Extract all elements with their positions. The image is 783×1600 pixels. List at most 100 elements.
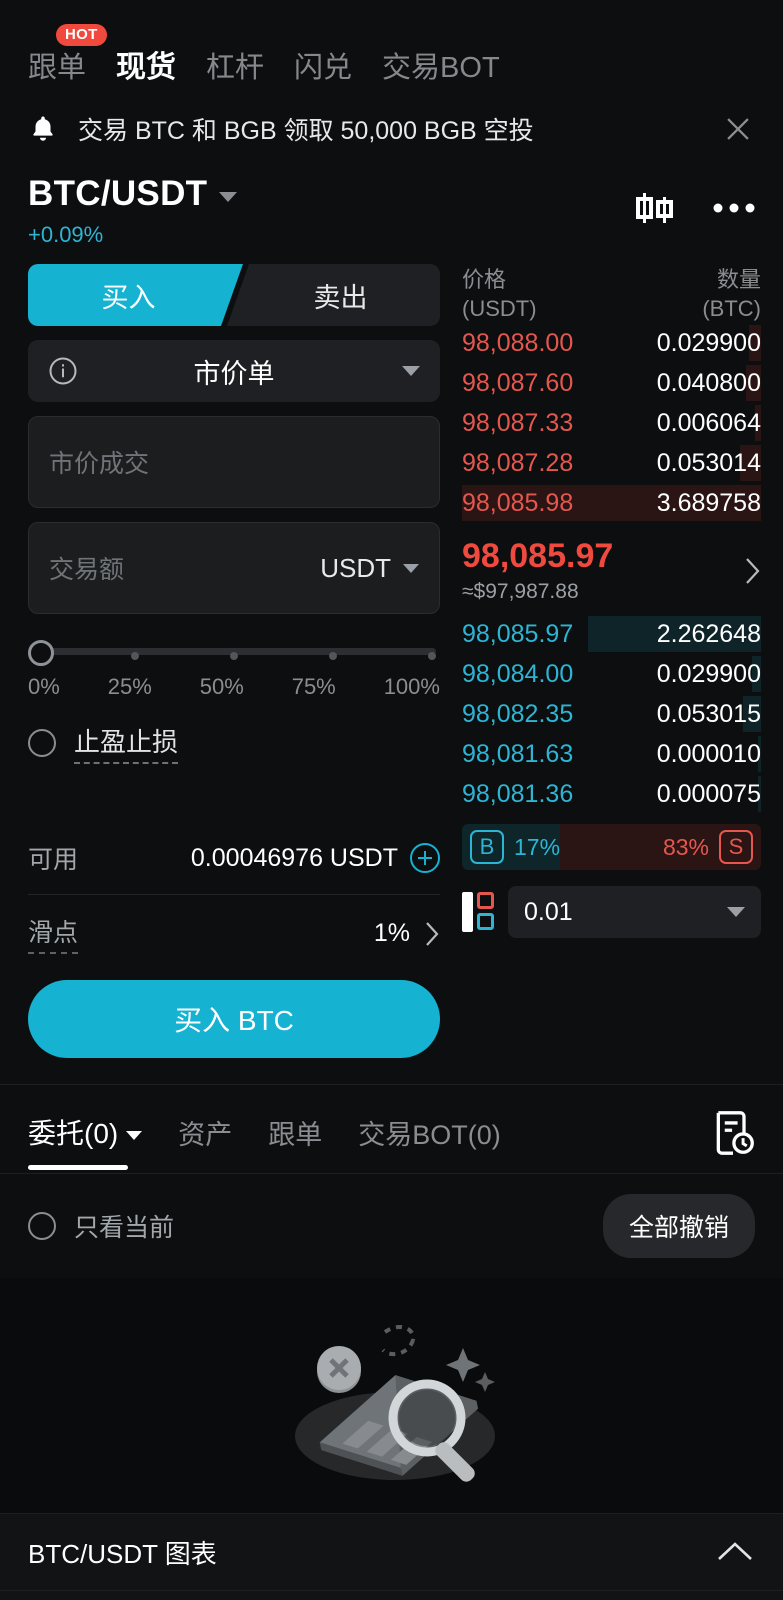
bid-row[interactable]: 98,084.00 0.029900 bbox=[462, 654, 761, 694]
mid-price: 98,085.97 bbox=[462, 537, 614, 576]
slider-tick bbox=[229, 652, 238, 660]
sell-ratio: 83% S bbox=[560, 824, 761, 871]
ask-price: 98,087.28 bbox=[462, 448, 574, 477]
tpsl-label: 止盈止损 bbox=[74, 722, 179, 764]
tpsl-toggle[interactable]: 止盈止损 bbox=[28, 722, 440, 764]
available-label: 可用 bbox=[28, 846, 79, 874]
symbol-header: BTC/USDT +0.09% bbox=[0, 168, 783, 256]
slider-track bbox=[42, 648, 436, 655]
available-balance-row: 可用 0.00046976 USDT bbox=[28, 840, 440, 895]
tick-size-select[interactable]: 0.01 bbox=[508, 886, 761, 939]
ask-amount: 3.689758 bbox=[656, 488, 761, 517]
top-tab-margin[interactable]: 杠杆 bbox=[206, 44, 264, 90]
sell-tab-label: 卖出 bbox=[313, 282, 368, 313]
main-content: 买入 卖出 市价单 市价成交 交易额 USDT 0% 25% 50% 75% 1… bbox=[0, 256, 783, 1058]
top-tab-spot[interactable]: 现货 bbox=[116, 42, 176, 90]
current-only-checkbox[interactable] bbox=[28, 1212, 56, 1240]
tab-copytrade[interactable]: 跟单 bbox=[268, 1113, 322, 1170]
bid-price: 98,081.36 bbox=[462, 779, 574, 808]
slider-label: 75% bbox=[291, 674, 336, 699]
ask-price: 98,087.33 bbox=[462, 408, 574, 437]
ask-amount: 0.053014 bbox=[656, 448, 761, 477]
submit-order-button[interactable]: 买入 BTC bbox=[28, 980, 440, 1058]
buy-tab[interactable]: 买入 bbox=[28, 264, 243, 326]
order-type-select[interactable]: 市价单 bbox=[28, 340, 440, 402]
ask-amount: 0.029900 bbox=[656, 328, 761, 357]
slider-tick bbox=[427, 652, 436, 660]
top-tab-copytrade[interactable]: HOT 跟单 bbox=[28, 24, 107, 90]
col-price-label: 价格 bbox=[462, 267, 507, 292]
cancel-all-label: 全部撤销 bbox=[628, 1214, 729, 1242]
chevron-up-icon[interactable] bbox=[715, 1539, 755, 1565]
order-book-header: 价格 (USDT) 数量 (BTC) bbox=[462, 266, 761, 323]
top-tab-convert[interactable]: 闪兑 bbox=[294, 44, 352, 90]
amount-slider[interactable] bbox=[28, 640, 440, 666]
bid-row[interactable]: 98,082.35 0.053015 bbox=[462, 694, 761, 734]
bid-price: 98,084.00 bbox=[462, 659, 574, 688]
add-funds-icon[interactable] bbox=[410, 843, 440, 873]
order-type-value: 市价单 bbox=[193, 358, 275, 389]
slippage-row[interactable]: 滑点 1% bbox=[28, 895, 440, 954]
available-value-wrap: 0.00046976 USDT bbox=[191, 843, 440, 873]
mid-price-row[interactable]: 98,085.97 ≈$97,987.88 bbox=[462, 523, 761, 614]
close-icon[interactable] bbox=[721, 112, 755, 146]
order-book-layout-icon[interactable] bbox=[462, 892, 494, 933]
sell-pct: 83% bbox=[662, 833, 709, 860]
sell-tab[interactable]: 卖出 bbox=[227, 264, 440, 326]
promo-banner[interactable]: 交易 BTC 和 BGB 领取 50,000 BGB 空投 bbox=[0, 90, 783, 168]
order-book: 价格 (USDT) 数量 (BTC) 98,088.00 0.029900 98… bbox=[462, 256, 783, 1058]
tick-size-row: 0.01 bbox=[462, 886, 761, 939]
symbol-selector[interactable]: BTC/USDT bbox=[28, 174, 633, 214]
sell-tag: S bbox=[719, 830, 753, 865]
order-history-icon[interactable] bbox=[711, 1109, 755, 1157]
bid-row[interactable]: 98,081.63 0.000010 bbox=[462, 734, 761, 774]
tab-bot[interactable]: 交易BOT(0) bbox=[358, 1113, 501, 1170]
page-title: BTC/USDT bbox=[28, 174, 208, 213]
amount-input[interactable]: 交易额 USDT bbox=[28, 522, 440, 614]
tab-bot-label: 交易BOT(0) bbox=[358, 1119, 501, 1150]
slider-label: 0% bbox=[28, 674, 60, 699]
buy-ratio: B 17% bbox=[462, 824, 561, 871]
ask-row[interactable]: 98,087.60 0.040800 bbox=[462, 363, 761, 403]
chevron-down-icon bbox=[727, 907, 745, 918]
top-tab-label: 交易BOT bbox=[382, 52, 500, 84]
bid-row[interactable]: 98,081.36 0.000075 bbox=[462, 774, 761, 814]
slider-handle[interactable] bbox=[28, 640, 54, 666]
chevron-right-icon[interactable] bbox=[743, 556, 761, 586]
chart-expand-row[interactable]: BTC/USDT 图表 bbox=[0, 1513, 783, 1591]
amount-placeholder: 交易额 bbox=[49, 556, 125, 584]
buy-sell-ratio-bar: B 17% 83% S bbox=[462, 824, 761, 871]
ask-price: 98,087.60 bbox=[462, 368, 574, 397]
chart-row-label: BTC/USDT 图表 bbox=[28, 1538, 217, 1569]
ask-price: 98,085.98 bbox=[462, 488, 574, 517]
bid-amount: 0.000010 bbox=[656, 739, 761, 768]
tpsl-checkbox[interactable] bbox=[28, 729, 56, 757]
amount-unit-select[interactable]: USDT bbox=[320, 553, 419, 584]
more-menu-icon[interactable] bbox=[713, 202, 755, 214]
mid-price-fiat: ≈$97,987.88 bbox=[462, 580, 579, 604]
tab-assets[interactable]: 资产 bbox=[178, 1113, 232, 1170]
ask-row[interactable]: 98,085.98 3.689758 bbox=[462, 483, 761, 523]
slippage-label: 滑点 bbox=[28, 913, 79, 954]
candlestick-chart-icon[interactable] bbox=[633, 188, 679, 228]
ask-row[interactable]: 98,087.28 0.053014 bbox=[462, 443, 761, 483]
top-tab-bot[interactable]: 交易BOT bbox=[382, 44, 500, 90]
ask-amount: 0.040800 bbox=[656, 368, 761, 397]
info-icon[interactable] bbox=[48, 356, 78, 386]
bottom-nav: 首页 行情 交易 合约 bbox=[0, 1591, 783, 1600]
slider-labels: 0% 25% 50% 75% 100% bbox=[28, 674, 440, 700]
ask-price: 98,088.00 bbox=[462, 328, 574, 357]
cancel-all-button[interactable]: 全部撤销 bbox=[602, 1194, 755, 1258]
tab-copytrade-label: 跟单 bbox=[268, 1119, 323, 1150]
ask-row[interactable]: 98,088.00 0.029900 bbox=[462, 323, 761, 363]
bid-row[interactable]: 98,085.97 2.262648 bbox=[462, 614, 761, 654]
order-form: 买入 卖出 市价单 市价成交 交易额 USDT 0% 25% 50% 75% 1… bbox=[0, 256, 462, 1058]
ask-row[interactable]: 98,087.33 0.006064 bbox=[462, 403, 761, 443]
slippage-value: 1% bbox=[373, 919, 410, 947]
tab-orders[interactable]: 委托(0) bbox=[28, 1112, 143, 1170]
top-tab-label: 闪兑 bbox=[294, 52, 353, 84]
empty-state bbox=[0, 1278, 783, 1513]
price-input[interactable]: 市价成交 bbox=[28, 416, 440, 508]
top-tab-label: 现货 bbox=[116, 51, 177, 84]
tab-assets-label: 资产 bbox=[178, 1119, 233, 1150]
